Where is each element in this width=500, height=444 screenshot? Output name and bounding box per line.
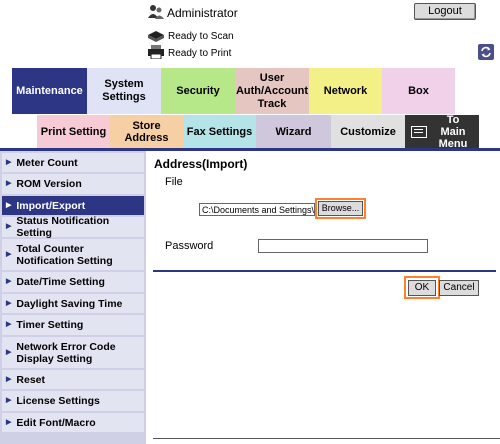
bottom-divider — [153, 438, 500, 439]
subtab-print-setting[interactable]: Print Setting — [37, 115, 110, 148]
arrow-right-icon: ▶ — [6, 223, 12, 230]
tab-security[interactable]: Security — [161, 68, 235, 114]
tab-box[interactable]: Box — [382, 68, 455, 114]
sidebar-item-date-time[interactable]: ▶ Date/Time Setting — [2, 272, 144, 292]
scan-status: Ready to Scan — [168, 31, 234, 42]
sidebar-item-label: Network Error Code Display Setting — [16, 340, 116, 365]
page-title: Address(Import) — [154, 157, 248, 171]
sidebar-item-label: Edit Font/Macro — [16, 416, 96, 429]
tab-system-settings[interactable]: System Settings — [87, 68, 161, 114]
ok-button[interactable]: OK — [408, 280, 436, 296]
arrow-right-icon: ▶ — [6, 375, 12, 383]
sidebar-item-import-export[interactable]: ▶ Import/Export — [2, 196, 144, 215]
arrow-right-icon: ▶ — [6, 348, 12, 356]
browse-button[interactable]: Browse... — [318, 201, 363, 216]
arrow-right-icon: ▶ — [6, 321, 12, 328]
file-label: File — [165, 176, 183, 188]
sidebar-item-license-settings[interactable]: ▶ License Settings — [2, 391, 144, 411]
password-field[interactable] — [258, 239, 428, 253]
arrow-right-icon: ▶ — [6, 201, 12, 209]
sidebar-item-label: License Settings — [16, 395, 100, 407]
sidebar-item-label: Timer Setting — [16, 319, 84, 331]
subtab-wizard[interactable]: Wizard — [256, 115, 331, 148]
sidebar-item-reset[interactable]: ▶ Reset — [2, 370, 144, 389]
user-name: Administrator — [167, 6, 238, 20]
main-menu-icon — [411, 125, 427, 138]
sidebar-item-status-notification[interactable]: ▶ Status Notification Setting — [2, 215, 144, 239]
sidebar-item-label: Daylight Saving Time — [16, 297, 123, 310]
arrow-right-icon: ▶ — [6, 180, 12, 187]
subtab-fax-settings[interactable]: Fax Settings — [183, 115, 256, 148]
tab-network[interactable]: Network — [309, 68, 382, 114]
sidebar-item-label: Total Counter Notification Setting — [16, 242, 113, 267]
sidebar-item-rom-version[interactable]: ▶ ROM Version — [2, 174, 144, 194]
to-main-menu-label: To Main Menu — [438, 113, 468, 150]
tab-maintenance[interactable]: Maintenance — [12, 68, 87, 114]
refresh-icon[interactable] — [478, 44, 494, 60]
subtab-customize[interactable]: Customize — [331, 115, 405, 148]
sidebar-item-label: ROM Version — [16, 178, 82, 190]
sidebar-item-label: Reset — [16, 373, 45, 386]
administrator-icon — [147, 3, 165, 21]
cancel-button[interactable]: Cancel — [439, 280, 479, 296]
sidebar-item-edit-font-macro[interactable]: ▶ Edit Font/Macro — [2, 413, 144, 432]
file-path-input[interactable]: C:\Documents and Settings\Ats — [199, 203, 315, 216]
to-main-menu-button[interactable]: To Main Menu — [405, 113, 479, 150]
arrow-right-icon: ▶ — [6, 278, 12, 285]
arrow-right-icon: ▶ — [6, 397, 12, 404]
logout-button[interactable]: Logout — [414, 3, 476, 20]
subtab-store-address[interactable]: Store Address — [110, 115, 183, 148]
sidebar-item-timer-setting[interactable]: ▶ Timer Setting — [2, 315, 144, 335]
arrow-right-icon: ▶ — [6, 418, 12, 426]
form-divider — [153, 270, 496, 272]
sidebar-item-label: Status Notification Setting — [16, 215, 110, 239]
sidebar-item-label: Meter Count — [16, 156, 78, 169]
sidebar-item-daylight-saving[interactable]: ▶ Daylight Saving Time — [2, 294, 144, 313]
password-label: Password — [165, 240, 214, 252]
arrow-right-icon: ▶ — [6, 250, 12, 258]
sidebar-item-meter-count[interactable]: ▶ Meter Count — [2, 153, 144, 172]
sidebar-item-label: Import/Export — [16, 199, 86, 212]
arrow-right-icon: ▶ — [6, 158, 12, 166]
printer-icon — [147, 45, 165, 60]
scanner-icon — [147, 29, 165, 43]
sidebar: ▶ Meter Count ▶ ROM Version ▶ Import/Export… — [0, 151, 146, 444]
print-status: Ready to Print — [168, 48, 232, 59]
sidebar-item-network-error-code[interactable]: ▶ Network Error Code Display Setting — [2, 337, 144, 368]
tab-user-auth-account-track[interactable]: User Auth/Account Track — [235, 68, 309, 114]
sidebar-item-label: Date/Time Setting — [16, 276, 105, 288]
arrow-right-icon: ▶ — [6, 299, 12, 307]
sidebar-item-total-counter-notification[interactable]: ▶ Total Counter Notification Setting — [2, 239, 144, 270]
